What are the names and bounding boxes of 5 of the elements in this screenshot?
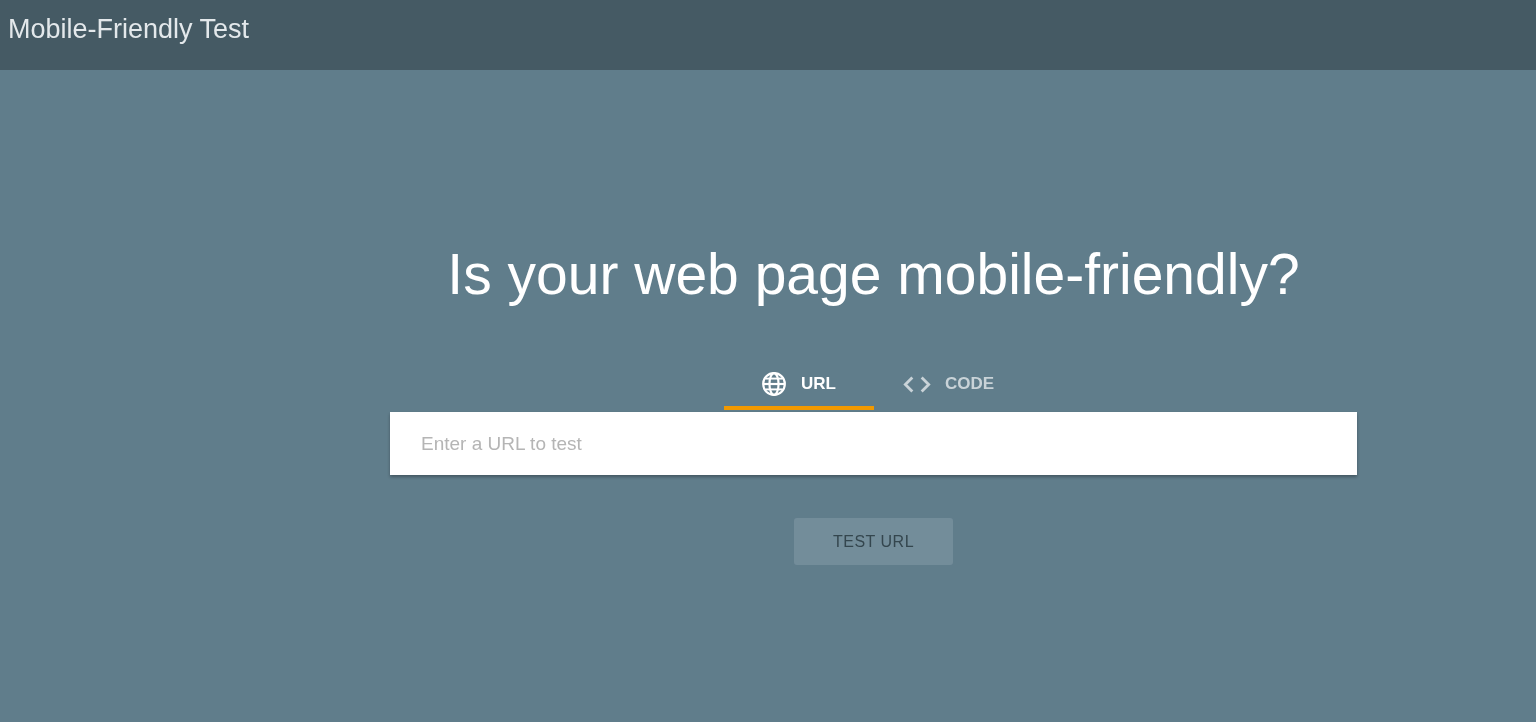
url-input-field[interactable]: Enter a URL to test <box>390 412 1357 475</box>
app-title: Mobile-Friendly Test <box>8 13 250 45</box>
input-mode-tab[interactable]: CODE <box>873 362 1024 410</box>
page-heading: Is your web page mobile-friendly? <box>447 241 1300 308</box>
globe-icon <box>761 371 787 397</box>
